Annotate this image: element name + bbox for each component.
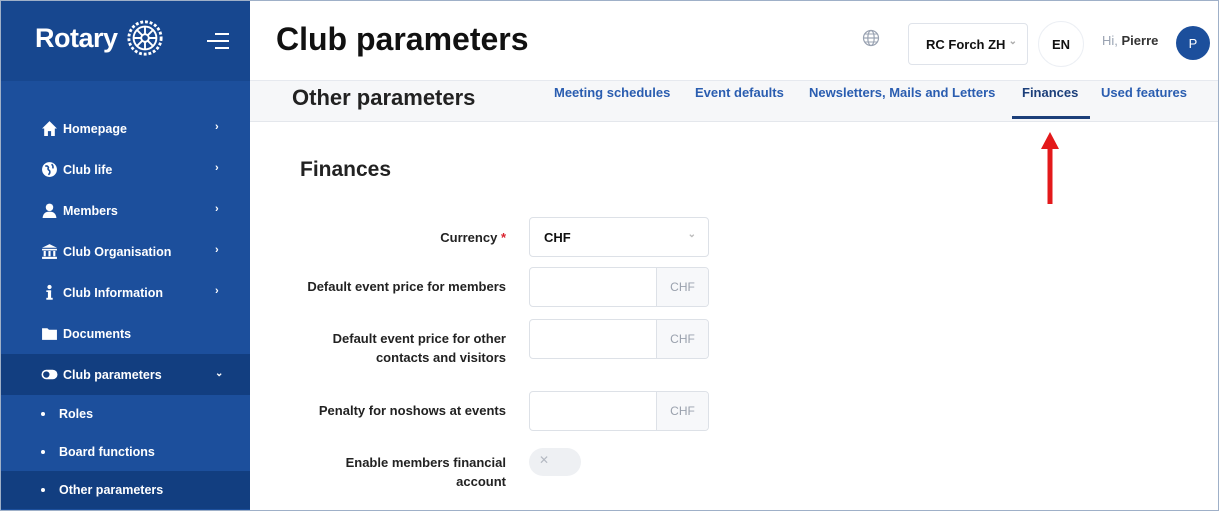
currency-select[interactable]: CHF ⌄	[529, 217, 709, 257]
page-title: Club parameters	[276, 21, 529, 57]
toggle-icon	[41, 369, 58, 380]
rotary-logo[interactable]: Rotary	[35, 19, 164, 57]
currency-addon: CHF	[656, 392, 708, 430]
sidebar-item-label: Members	[63, 203, 118, 218]
financial-account-label-line1: Enable members financial	[345, 455, 506, 470]
other-price-label-line1: Default event price for other	[332, 331, 506, 346]
user-greeting: Hi, Pierre	[1102, 33, 1158, 48]
top-header: Club parameters RC Forch ZH ⌄ EN Hi, Pie…	[250, 1, 1218, 81]
user-icon	[42, 203, 57, 218]
penalty-label: Penalty for noshows at events	[318, 403, 506, 418]
sidebar-item-label: Club Information	[63, 285, 163, 300]
sidebar-subitem-board-functions[interactable]: Board functions	[1, 433, 250, 471]
section-title: Other parameters	[292, 85, 476, 110]
currency-label-text: Currency	[440, 230, 498, 245]
member-price-field: CHF	[529, 267, 709, 307]
bullet-icon	[41, 488, 45, 492]
sidebar-item-club-parameters[interactable]: Club parameters ⌄	[1, 354, 250, 395]
currency-addon: CHF	[656, 268, 708, 306]
red-arrow-annotation-icon	[1041, 132, 1059, 204]
currency-value: CHF	[544, 229, 571, 245]
chevron-right-icon: ›	[215, 203, 219, 215]
chevron-down-icon: ⌄	[687, 229, 696, 240]
other-price-label-line2: contacts and visitors	[375, 350, 506, 365]
sidebar-subitem-roles[interactable]: Roles	[1, 395, 250, 433]
chevron-right-icon: ›	[215, 162, 219, 174]
home-icon	[42, 121, 57, 136]
chevron-right-icon: ›	[215, 121, 219, 133]
currency-label: Currency *	[276, 228, 506, 247]
sidebar-subitem-other-parameters[interactable]: Other parameters	[1, 471, 250, 509]
greeting-prefix: Hi,	[1102, 33, 1118, 48]
sidebar-nav: Homepage › Club life › Members › Club Or…	[1, 108, 250, 509]
avatar[interactable]: P	[1176, 26, 1210, 60]
financial-account-label-line2: account	[456, 474, 506, 489]
sidebar: Rotary Homepage › Club life › Members › …	[1, 1, 250, 510]
sidebar-item-club-organisation[interactable]: Club Organisation ›	[1, 231, 250, 272]
tab-event-defaults[interactable]: Event defaults	[695, 85, 784, 100]
section-tabs-bar: Other parameters Meeting schedules Event…	[250, 81, 1218, 122]
financial-account-toggle[interactable]: ✕	[529, 448, 581, 476]
tab-used-features[interactable]: Used features	[1101, 85, 1187, 100]
sidebar-item-label: Documents	[63, 326, 132, 341]
chevron-down-icon: ⌄	[1008, 36, 1017, 47]
globe-icon	[42, 162, 57, 177]
tab-meeting-schedules[interactable]: Meeting schedules	[554, 85, 670, 100]
active-tab-indicator	[1012, 116, 1090, 119]
language-button[interactable]: EN	[1038, 21, 1084, 67]
bank-icon	[42, 244, 57, 259]
chevron-right-icon: ›	[215, 244, 219, 256]
sidebar-item-club-information[interactable]: Club Information ›	[1, 272, 250, 313]
collapse-menu-icon[interactable]	[205, 31, 229, 51]
language-globe-icon[interactable]	[862, 29, 880, 47]
sidebar-item-club-life[interactable]: Club life ›	[1, 149, 250, 190]
tab-finances[interactable]: Finances	[1022, 85, 1078, 100]
sidebar-item-label: Club parameters	[63, 367, 162, 382]
sidebar-subitem-label: Roles	[59, 407, 94, 421]
finances-panel: Finances Currency * CHF ⌄ Default event …	[250, 122, 1218, 510]
sidebar-subitem-label: Board functions	[59, 445, 155, 459]
user-name: Pierre	[1121, 33, 1159, 48]
brand-name: Rotary	[35, 22, 118, 53]
toggle-off-icon: ✕	[539, 453, 550, 467]
sidebar-header: Rotary	[1, 1, 250, 81]
other-price-input[interactable]	[530, 320, 656, 358]
member-price-input[interactable]	[530, 268, 656, 306]
sidebar-item-homepage[interactable]: Homepage ›	[1, 108, 250, 149]
club-selector-value: RC Forch ZH	[926, 36, 1006, 52]
other-price-label: Default event price for other contacts a…	[276, 329, 506, 367]
financial-account-label: Enable members financial account	[276, 453, 506, 491]
app-window: Rotary Homepage › Club life › Members › …	[0, 0, 1219, 511]
sidebar-item-label: Club Organisation	[63, 244, 172, 259]
sidebar-item-label: Club life	[63, 162, 113, 177]
sidebar-item-members[interactable]: Members ›	[1, 190, 250, 231]
folder-icon	[42, 328, 57, 340]
currency-addon: CHF	[656, 320, 708, 358]
chevron-right-icon: ›	[215, 285, 219, 297]
member-price-label: Default event price for members	[307, 279, 506, 294]
required-marker: *	[500, 230, 506, 245]
sidebar-item-label: Homepage	[63, 121, 127, 136]
finances-title: Finances	[300, 158, 392, 181]
bullet-icon	[41, 450, 45, 454]
info-icon	[46, 284, 53, 300]
other-price-field: CHF	[529, 319, 709, 359]
sidebar-subitem-label: Other parameters	[59, 483, 164, 497]
chevron-down-icon: ⌄	[215, 368, 224, 379]
club-selector[interactable]: RC Forch ZH ⌄	[908, 23, 1028, 65]
tab-newsletters[interactable]: Newsletters, Mails and Letters	[809, 85, 995, 100]
bullet-icon	[41, 412, 45, 416]
rotary-wheel-icon	[126, 20, 163, 56]
penalty-field: CHF	[529, 391, 709, 431]
penalty-input[interactable]	[530, 392, 656, 430]
sidebar-item-documents[interactable]: Documents	[1, 313, 250, 354]
